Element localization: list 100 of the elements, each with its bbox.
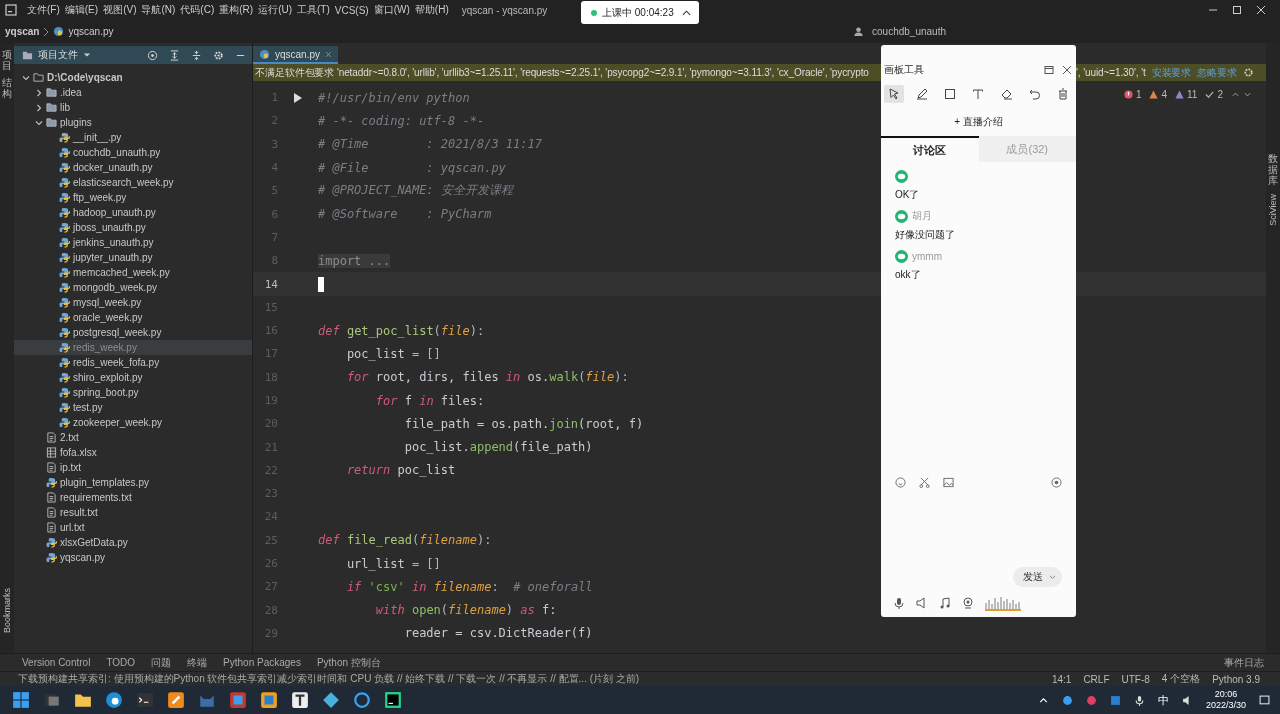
menu-item[interactable]: 窗口(W) <box>373 3 410 17</box>
tree-item[interactable]: 2.txt <box>60 432 79 443</box>
tool-window-button[interactable]: TODO <box>106 657 136 668</box>
tree-item[interactable]: elasticsearch_week.py <box>73 177 174 188</box>
menu-item[interactable]: 重构(R) <box>219 3 254 17</box>
tree-item[interactable]: requirements.txt <box>60 492 132 503</box>
menu-item[interactable]: VCS(S) <box>334 4 369 16</box>
webcam-icon[interactable] <box>962 597 974 609</box>
browser-icon[interactable] <box>105 691 123 709</box>
task-view-icon[interactable] <box>43 691 61 709</box>
run-config-dropdown[interactable]: couchdb_unauth <box>872 26 946 37</box>
send-button[interactable]: 发送 <box>1013 567 1062 587</box>
tree-item[interactable]: jupyter_unauth.py <box>73 252 153 263</box>
tree-item[interactable]: jboss_unauth.py <box>73 222 146 233</box>
tree-item[interactable]: ftp_week.py <box>73 192 127 203</box>
tree-item[interactable]: .idea <box>60 87 82 98</box>
status-item[interactable]: 14:1 <box>1051 673 1072 685</box>
maximize-icon[interactable] <box>1232 5 1242 15</box>
weak-warning-count[interactable]: 11 <box>1187 89 1198 100</box>
app-icon[interactable] <box>260 691 278 709</box>
app-icon[interactable] <box>322 691 340 709</box>
eraser-tool-icon[interactable] <box>1000 88 1013 100</box>
microphone-icon[interactable] <box>1133 694 1145 706</box>
settings-icon[interactable] <box>213 49 224 61</box>
tool-window-button[interactable]: 问题 <box>151 655 172 670</box>
settings-icon[interactable] <box>1242 67 1254 78</box>
tray-app-icon[interactable] <box>1085 694 1097 706</box>
typo-count[interactable]: 2 <box>1217 89 1223 100</box>
tree-item[interactable]: plugin_templates.py <box>60 477 149 488</box>
run-icon[interactable] <box>294 92 302 103</box>
emoji-icon[interactable] <box>895 477 906 488</box>
breadcrumb-item[interactable]: yqscan.py <box>68 26 114 37</box>
status-item[interactable]: CRLF <box>1083 673 1110 685</box>
tree-item[interactable]: oracle_week.py <box>73 312 143 323</box>
tool-window-button[interactable]: 终端 <box>187 655 208 670</box>
tree-item[interactable]: D:\Code\yqscan <box>47 72 123 83</box>
tree-item[interactable]: plugins <box>60 117 92 128</box>
tool-window-tab[interactable]: 结构 <box>2 77 12 99</box>
tree-item[interactable]: zookeeper_week.py <box>73 417 162 428</box>
collapse-all-icon[interactable] <box>191 49 202 61</box>
taskbar-time[interactable]: 20:06 <box>1214 689 1238 700</box>
live-intro-link[interactable]: + 直播介绍 <box>954 115 1003 129</box>
image-icon[interactable] <box>943 477 954 488</box>
text-tool-icon[interactable] <box>972 88 985 100</box>
undo-icon[interactable] <box>1028 88 1041 100</box>
tree-item[interactable]: redis_week_fofa.py <box>73 357 160 368</box>
rectangle-tool-icon[interactable] <box>944 88 957 100</box>
status-item[interactable]: Python 3.9 <box>1212 673 1260 685</box>
tree-item[interactable]: hadoop_unauth.py <box>73 207 156 218</box>
taskbar-date[interactable]: 2022/3/30 <box>1205 700 1246 711</box>
status-item[interactable]: 4 个空格 <box>1161 672 1201 686</box>
text-editor-icon[interactable] <box>291 691 309 709</box>
tool-window-tab[interactable]: Bookmarks <box>2 588 12 633</box>
terminal-icon[interactable] <box>136 691 154 709</box>
tree-item[interactable]: yqscan.py <box>60 552 106 563</box>
windows-start-icon[interactable] <box>12 691 30 709</box>
tree-item[interactable]: mongodb_week.py <box>73 282 157 293</box>
folder-icon[interactable] <box>74 691 92 709</box>
tree-item[interactable]: result.txt <box>60 507 98 518</box>
menu-item[interactable]: 视图(V) <box>103 3 137 17</box>
app-icon[interactable] <box>167 691 185 709</box>
tool-window-button[interactable]: Version Control <box>22 657 91 668</box>
tool-window-button[interactable]: Python Packages <box>223 657 301 668</box>
status-item[interactable]: UTF-8 <box>1121 673 1150 685</box>
tree-item[interactable]: docker_unauth.py <box>73 162 153 173</box>
notification-icon[interactable] <box>1259 694 1270 706</box>
dropdown-caret-icon[interactable] <box>83 52 91 58</box>
menu-item[interactable]: 导航(N) <box>141 3 176 17</box>
close-icon[interactable] <box>1062 64 1072 75</box>
tree-item[interactable]: xlsxGetData.py <box>60 537 128 548</box>
event-log-button[interactable]: 事件日志 <box>1224 655 1264 670</box>
tree-item[interactable]: lib <box>60 102 70 113</box>
menu-item[interactable]: 文件(F) <box>27 3 60 17</box>
input-method-indicator[interactable]: 中 <box>1157 692 1169 708</box>
pen-tool-icon[interactable] <box>916 88 929 100</box>
tray-app-icon[interactable] <box>1061 694 1073 706</box>
tool-window-tab[interactable]: 数据库 <box>1268 153 1278 186</box>
scissors-icon[interactable] <box>919 477 930 488</box>
pointer-tool-icon[interactable] <box>888 88 900 100</box>
tree-item[interactable]: spring_boot.py <box>73 387 139 398</box>
record-icon[interactable] <box>1051 477 1062 488</box>
tool-window-button[interactable]: Python 控制台 <box>316 655 381 670</box>
tree-item[interactable]: postgresql_week.py <box>73 327 162 338</box>
panel-title[interactable]: 项目文件 <box>38 48 78 62</box>
editor-tab[interactable]: yqscan.py <box>253 46 339 64</box>
tree-item[interactable]: fofa.xlsx <box>60 447 97 458</box>
locate-icon[interactable] <box>147 49 158 61</box>
tool-window-tab[interactable]: SciView <box>1268 194 1278 226</box>
menu-item[interactable]: 编辑(E) <box>64 3 99 17</box>
trash-icon[interactable] <box>1056 88 1069 100</box>
music-note-icon[interactable] <box>939 597 951 609</box>
microphone-icon[interactable] <box>893 597 905 609</box>
menu-item[interactable]: 工具(T) <box>297 3 330 17</box>
tree-item[interactable]: url.txt <box>60 522 85 533</box>
menu-item[interactable]: 帮助(H) <box>414 3 449 17</box>
breadcrumb-item[interactable]: yqscan <box>5 26 40 37</box>
ide-icon[interactable] <box>384 691 402 709</box>
tray-app-icon[interactable] <box>1109 694 1121 706</box>
tree-item[interactable]: mysql_week.py <box>73 297 142 308</box>
menu-item[interactable]: 代码(C) <box>180 3 215 17</box>
